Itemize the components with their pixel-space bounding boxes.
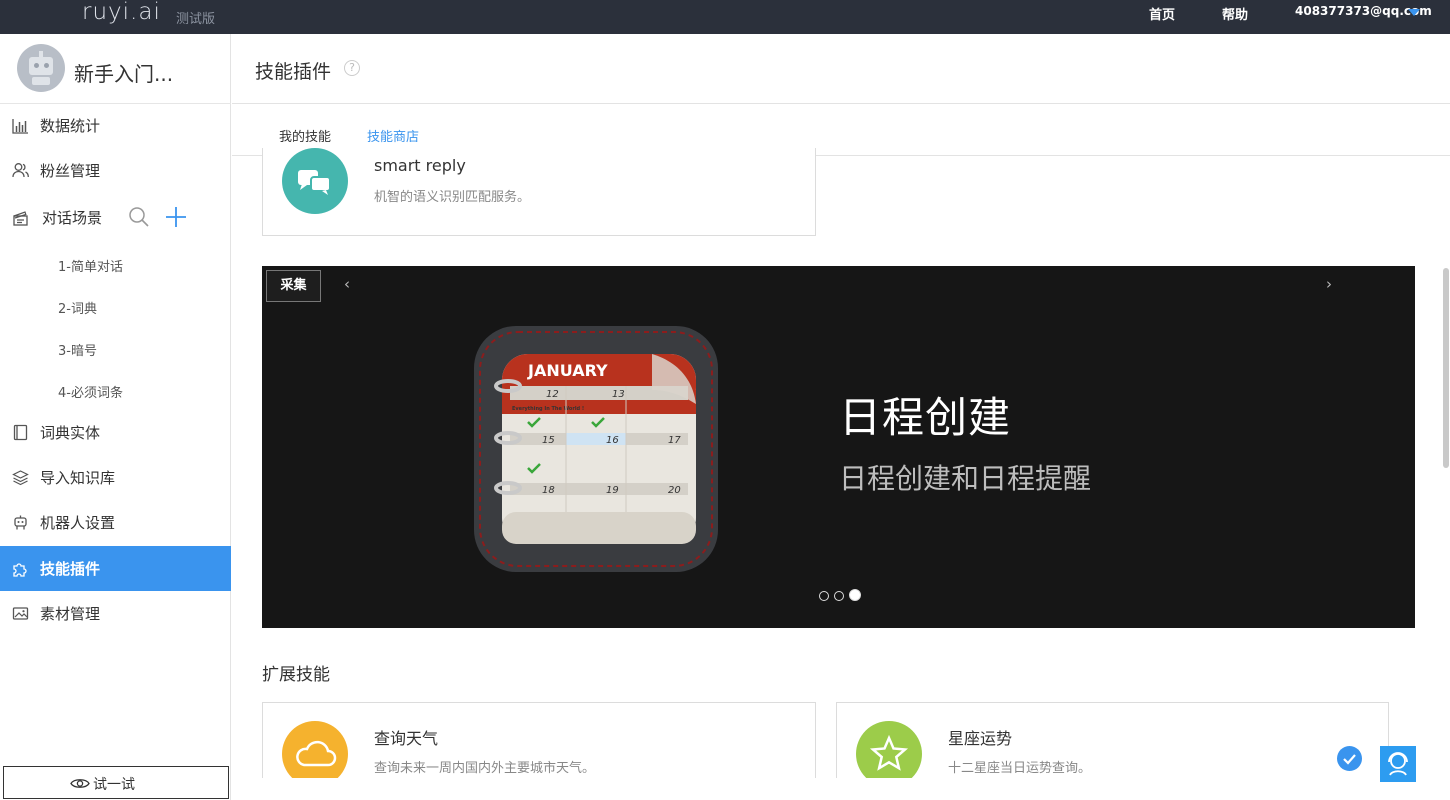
calendar-note: Everything In The World ! bbox=[512, 406, 584, 412]
chevron-left-icon[interactable]: ‹ bbox=[344, 275, 350, 293]
sidebar-item-scenes[interactable]: 对话场景 bbox=[0, 196, 231, 241]
check-icon[interactable] bbox=[1337, 746, 1362, 771]
bot-header[interactable]: 新手入门... bbox=[0, 34, 231, 104]
carousel-dot[interactable] bbox=[834, 591, 844, 601]
layers-icon bbox=[12, 470, 29, 486]
try-button-label: 试一试 bbox=[93, 777, 135, 793]
top-bar: ruyi.ai 测试版 首页 帮助 408377373@qq.com bbox=[0, 0, 1450, 34]
try-button[interactable]: 试一试 bbox=[3, 766, 229, 799]
sidebar-item-label: 导入知识库 bbox=[40, 469, 116, 487]
tab-skill-store[interactable]: 技能商店 bbox=[367, 126, 419, 145]
version-tag: 测试版 bbox=[176, 12, 216, 27]
image-icon bbox=[12, 607, 29, 620]
calendar-day: 17 bbox=[668, 435, 681, 446]
sidebar-item-label: 粉丝管理 bbox=[40, 162, 101, 180]
featured-banner[interactable]: 采集 ‹ › JANUARY 12 13 Everything In The W… bbox=[262, 266, 1415, 628]
sidebar-item-robot-settings[interactable]: 机器人设置 bbox=[0, 500, 231, 545]
sidebar-item-label: 机器人设置 bbox=[40, 514, 116, 532]
book-icon bbox=[13, 424, 28, 441]
sidebar-item-skills[interactable]: 技能插件 bbox=[0, 546, 231, 591]
calendar-month: JANUARY bbox=[527, 361, 608, 380]
calendar-day: 19 bbox=[606, 485, 619, 496]
carousel-dot-active[interactable] bbox=[849, 589, 861, 601]
tab-my-skills[interactable]: 我的技能 bbox=[279, 126, 331, 145]
collect-button[interactable]: 采集 bbox=[266, 270, 321, 302]
calendar-day: 15 bbox=[542, 435, 555, 446]
eye-icon bbox=[70, 779, 90, 788]
skill-title: 星座运势 bbox=[948, 729, 1013, 748]
sidebar-item-label: 技能插件 bbox=[40, 560, 101, 578]
calendar-day: 12 bbox=[546, 389, 559, 400]
skill-card-smart-reply[interactable]: smart reply 机智的语义识别匹配服务。 bbox=[262, 148, 816, 236]
skill-title: smart reply bbox=[374, 156, 466, 175]
app-logo[interactable]: ruyi.ai bbox=[82, 0, 161, 28]
scrollbar[interactable] bbox=[1443, 268, 1449, 468]
clapper-icon bbox=[13, 211, 28, 226]
sidebar-item-knowledge[interactable]: 导入知识库 bbox=[0, 455, 231, 500]
scene-item[interactable]: 2-词典 bbox=[58, 298, 97, 317]
skill-card-horoscope[interactable]: 星座运势 十二星座当日运势查询。 bbox=[836, 702, 1389, 778]
scene-item[interactable]: 3-暗号 bbox=[58, 340, 97, 359]
chevron-down-icon[interactable] bbox=[1408, 9, 1420, 16]
star-icon bbox=[856, 721, 922, 778]
sidebar-item-fans[interactable]: 粉丝管理 bbox=[0, 148, 231, 193]
users-icon bbox=[12, 163, 29, 178]
robot-avatar-icon bbox=[17, 44, 65, 92]
customer-service-icon[interactable] bbox=[1380, 746, 1416, 782]
help-icon[interactable]: ? bbox=[344, 60, 360, 76]
nav-home-link[interactable]: 首页 bbox=[1149, 4, 1175, 23]
scene-tools bbox=[128, 206, 187, 232]
sidebar: 新手入门... 数据统计 粉丝管理 对话场景 1-简单对话 2-词典 3-暗号 … bbox=[0, 34, 231, 800]
sidebar-item-materials[interactable]: 素材管理 bbox=[0, 591, 231, 636]
add-icon[interactable] bbox=[165, 206, 187, 228]
calendar-day: 13 bbox=[612, 389, 625, 400]
scene-item[interactable]: 1-简单对话 bbox=[58, 256, 123, 275]
sidebar-item-label: 素材管理 bbox=[40, 605, 101, 623]
chevron-right-icon[interactable]: › bbox=[1326, 275, 1332, 293]
skill-desc: 十二星座当日运势查询。 bbox=[948, 761, 1092, 776]
nav-help-link[interactable]: 帮助 bbox=[1222, 4, 1248, 23]
page-title: 技能插件 bbox=[255, 61, 332, 83]
calendar-day: 16 bbox=[606, 435, 619, 446]
scene-item[interactable]: 4-必须词条 bbox=[58, 382, 123, 401]
skill-desc: 查询未来一周内国内外主要城市天气。 bbox=[374, 761, 596, 776]
skill-title: 查询天气 bbox=[374, 729, 439, 748]
bot-name: 新手入门... bbox=[74, 62, 174, 86]
skill-card-weather[interactable]: 查询天气 查询未来一周内国内外主要城市天气。 bbox=[262, 702, 816, 778]
puzzle-icon bbox=[13, 563, 27, 577]
calendar-icon: JANUARY 12 13 Everything In The World ! … bbox=[474, 326, 718, 572]
bar-chart-icon bbox=[12, 119, 28, 134]
page-header: 技能插件 ? bbox=[232, 34, 1450, 104]
robot-icon bbox=[14, 515, 27, 530]
sidebar-item-label: 词典实体 bbox=[40, 424, 101, 442]
chat-bubbles-icon bbox=[282, 148, 348, 214]
search-icon[interactable] bbox=[128, 206, 150, 228]
cloud-icon bbox=[282, 721, 348, 778]
banner-subtitle: 日程创建和日程提醒 bbox=[839, 462, 1092, 495]
section-title: 扩展技能 bbox=[262, 665, 330, 685]
skill-desc: 机智的语义识别匹配服务。 bbox=[374, 190, 531, 205]
sidebar-item-label: 对话场景 bbox=[42, 209, 103, 227]
banner-title: 日程创建 bbox=[839, 393, 1012, 442]
sidebar-item-label: 数据统计 bbox=[40, 117, 101, 135]
carousel-dot[interactable] bbox=[819, 591, 829, 601]
calendar-day: 18 bbox=[542, 485, 555, 496]
calendar-day: 20 bbox=[668, 485, 681, 496]
sidebar-item-stats[interactable]: 数据统计 bbox=[0, 103, 231, 148]
sidebar-item-dictionary[interactable]: 词典实体 bbox=[0, 410, 231, 455]
